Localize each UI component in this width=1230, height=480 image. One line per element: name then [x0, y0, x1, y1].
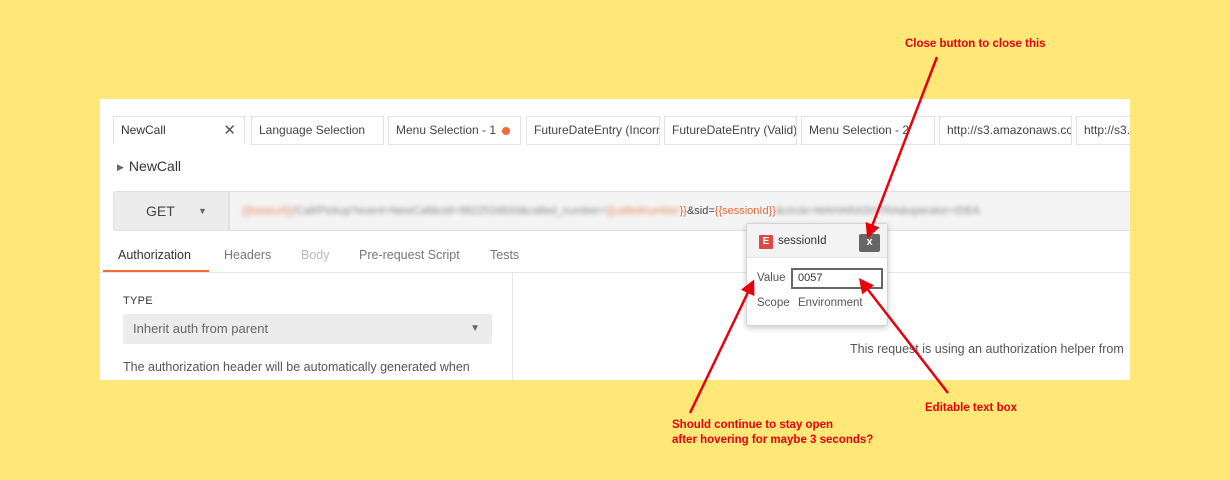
arrow-close — [865, 56, 939, 239]
annotation-stay-open-2: after hovering for maybe 3 seconds? — [672, 434, 874, 446]
annotation-arrows — [688, 56, 949, 414]
arrow-stay-open — [688, 279, 755, 414]
annotation-editable: Editable text box — [925, 402, 1018, 414]
arrow-editable — [858, 278, 949, 394]
annotation-stay-open-1: Should continue to stay open — [672, 419, 833, 431]
annotation-close: Close button to close this — [905, 38, 1046, 50]
